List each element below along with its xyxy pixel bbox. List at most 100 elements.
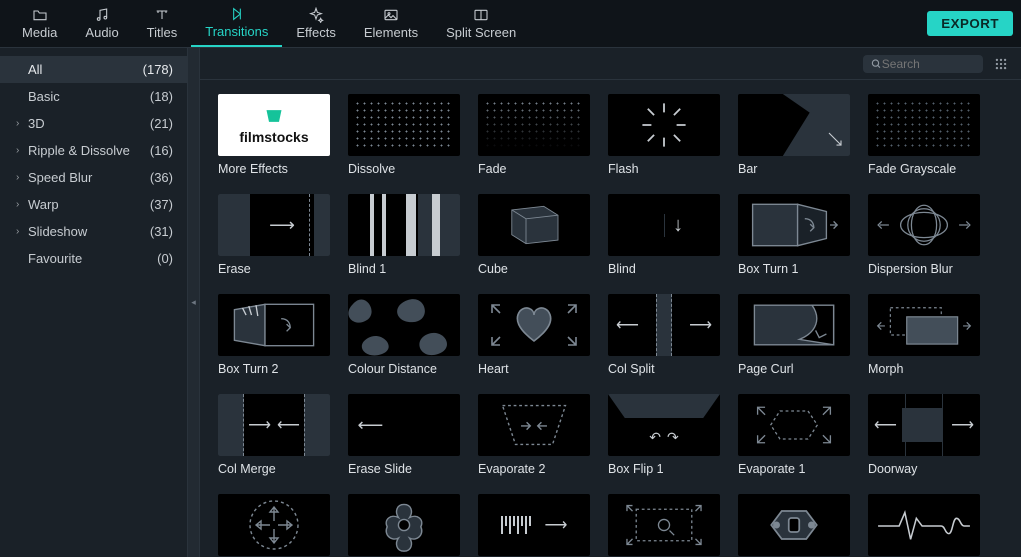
search-input[interactable] (882, 57, 975, 71)
transition-name: Bar (738, 162, 850, 176)
type-icon (154, 7, 170, 23)
sidebar-item-count: (18) (150, 89, 173, 104)
tab-audio[interactable]: Audio (71, 0, 132, 47)
transition-thumbnail (348, 294, 460, 356)
sidebar-item-label: All (28, 62, 42, 77)
transition-card[interactable]: ⟶⟵Col Merge (218, 394, 330, 476)
transition-card[interactable]: Evaporate 1 (738, 394, 850, 476)
sidebar-item-label: 3D (28, 116, 45, 131)
tab-label: Titles (147, 25, 178, 40)
transition-card[interactable]: ⟶ (478, 494, 590, 556)
transition-card[interactable]: Heart (478, 294, 590, 376)
transition-thumbnail (738, 194, 850, 256)
search-icon (871, 58, 882, 70)
transition-thumbnail: ↶↷ (608, 394, 720, 456)
transition-name: Erase (218, 262, 330, 276)
transition-card[interactable]: Fade Grayscale (868, 94, 980, 176)
tab-transitions[interactable]: Transitions (191, 0, 282, 47)
transition-name: Doorway (868, 462, 980, 476)
splitscreen-icon (473, 7, 489, 23)
transition-name: Heart (478, 362, 590, 376)
sidebar-item-count: (31) (150, 224, 173, 239)
transition-name: Dispersion Blur (868, 262, 980, 276)
tab-label: Audio (85, 25, 118, 40)
transition-thumbnail (608, 494, 720, 556)
sidebar-item-label: Favourite (28, 251, 82, 266)
transition-card[interactable]: Bar (738, 94, 850, 176)
sidebar-item-count: (37) (150, 197, 173, 212)
transition-thumbnail (608, 94, 720, 156)
tab-media[interactable]: Media (8, 0, 71, 47)
image-icon (383, 7, 399, 23)
export-button[interactable]: EXPORT (927, 11, 1013, 36)
transition-card[interactable]: ↶↷Box Flip 1 (608, 394, 720, 476)
transition-card[interactable]: Flash (608, 94, 720, 176)
chevron-right-icon: › (16, 118, 24, 129)
music-icon (94, 7, 110, 23)
transition-thumbnail (738, 294, 850, 356)
transition-name: Col Split (608, 362, 720, 376)
transitions-scroll[interactable]: filmstocksMore Effects Dissolve FadeFlash B… (200, 80, 1021, 557)
tab-split-screen[interactable]: Split Screen (432, 0, 530, 47)
transition-card[interactable]: Box Turn 2 (218, 294, 330, 376)
search-input-wrap[interactable] (863, 55, 983, 73)
sidebar-item-count: (21) (150, 116, 173, 131)
transition-card[interactable]: Blind 1 (348, 194, 460, 276)
transition-name: Dissolve (348, 162, 460, 176)
transition-thumbnail (478, 294, 590, 356)
transitions-grid: filmstocksMore Effects Dissolve FadeFlash B… (218, 94, 1005, 556)
transition-thumbnail (348, 94, 460, 156)
transition-name: Erase Slide (348, 462, 460, 476)
transition-name: Fade Grayscale (868, 162, 980, 176)
transition-thumbnail: ⟵⟶ (608, 294, 720, 356)
tab-elements[interactable]: Elements (350, 0, 432, 47)
chevron-right-icon: › (16, 172, 24, 183)
transition-name: Col Merge (218, 462, 330, 476)
sidebar-item-basic[interactable]: Basic(18) (0, 83, 187, 110)
transition-name: Blind (608, 262, 720, 276)
transition-thumbnail: ⟶ (218, 194, 330, 256)
tab-titles[interactable]: Titles (133, 0, 192, 47)
transition-card[interactable] (348, 494, 460, 556)
transition-thumbnail (348, 194, 460, 256)
transition-card[interactable]: ⟵Erase Slide (348, 394, 460, 476)
transition-thumbnail (478, 94, 590, 156)
sidebar-item-count: (36) (150, 170, 173, 185)
transition-card[interactable]: ⟵⟶Doorway (868, 394, 980, 476)
transition-thumbnail (868, 194, 980, 256)
sidebar-item-ripple-dissolve[interactable]: ›Ripple & Dissolve(16) (0, 137, 187, 164)
sidebar-collapse-handle[interactable]: ◂ (188, 48, 200, 557)
transition-card[interactable]: Evaporate 2 (478, 394, 590, 476)
transition-card[interactable] (868, 494, 980, 556)
transition-card[interactable]: ↓Blind (608, 194, 720, 276)
transition-name: Box Turn 2 (218, 362, 330, 376)
chevron-right-icon: › (16, 145, 24, 156)
transition-card[interactable]: Colour Distance (348, 294, 460, 376)
transition-card[interactable]: Fade (478, 94, 590, 176)
transition-card[interactable] (738, 494, 850, 556)
sidebar-item-all[interactable]: All(178) (0, 56, 187, 83)
transition-name: Box Turn 1 (738, 262, 850, 276)
sidebar-item-warp[interactable]: ›Warp(37) (0, 191, 187, 218)
transition-card[interactable]: ⟵⟶ Col Split (608, 294, 720, 376)
transition-card[interactable]: Box Turn 1 (738, 194, 850, 276)
transition-card[interactable]: filmstocksMore Effects (218, 94, 330, 176)
transition-card[interactable]: Page Curl (738, 294, 850, 376)
transition-card[interactable]: Cube (478, 194, 590, 276)
sidebar-item-speed-blur[interactable]: ›Speed Blur(36) (0, 164, 187, 191)
tab-effects[interactable]: Effects (282, 0, 350, 47)
transition-card[interactable] (608, 494, 720, 556)
transition-card[interactable]: Morph (868, 294, 980, 376)
sidebar-item-slideshow[interactable]: ›Slideshow(31) (0, 218, 187, 245)
transition-card[interactable]: ⟶ Erase (218, 194, 330, 276)
transition-card[interactable]: Dispersion Blur (868, 194, 980, 276)
transition-card[interactable] (218, 494, 330, 556)
transition-thumbnail: ⟶ (478, 494, 590, 556)
sidebar-item-3d[interactable]: › 3D (21) (0, 110, 187, 137)
transition-name: Evaporate 1 (738, 462, 850, 476)
sidebar-item-favourite[interactable]: Favourite(0) (0, 245, 187, 272)
transition-card[interactable]: Dissolve (348, 94, 460, 176)
transition-name: Morph (868, 362, 980, 376)
transition-name: Colour Distance (348, 362, 460, 376)
grid-view-toggle[interactable] (991, 54, 1011, 74)
